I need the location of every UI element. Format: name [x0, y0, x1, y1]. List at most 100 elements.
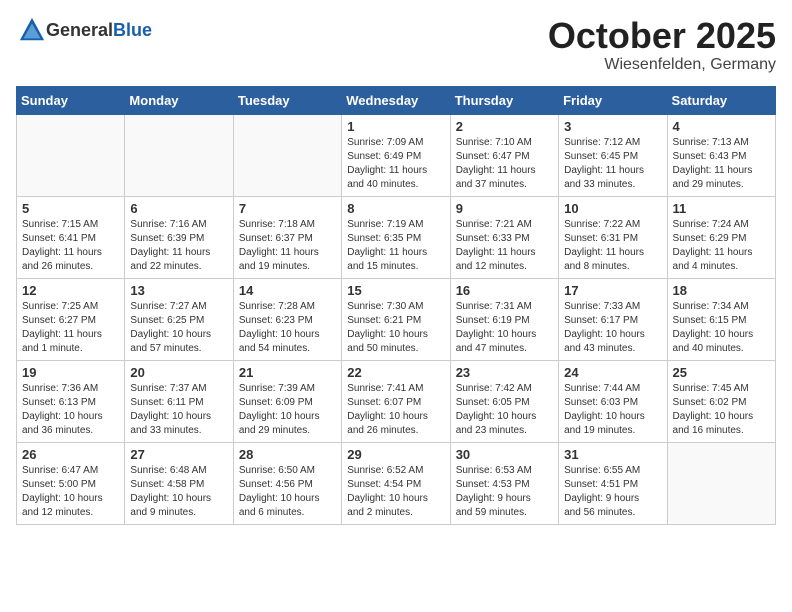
day-info: Sunrise: 7:18 AMSunset: 6:37 PMDaylight:…	[239, 218, 336, 274]
day-info: Sunrise: 7:09 AMSunset: 6:49 PMDaylight:…	[347, 136, 444, 192]
day-info: Sunrise: 7:15 AMSunset: 6:41 PMDaylight:…	[22, 218, 119, 274]
day-number: 17	[564, 283, 661, 298]
day-info: Sunrise: 7:44 AMSunset: 6:03 PMDaylight:…	[564, 382, 661, 438]
day-info: Sunrise: 6:52 AMSunset: 4:54 PMDaylight:…	[347, 464, 444, 520]
day-number: 21	[239, 365, 336, 380]
day-info: Sunrise: 6:50 AMSunset: 4:56 PMDaylight:…	[239, 464, 336, 520]
day-info: Sunrise: 7:25 AMSunset: 6:27 PMDaylight:…	[22, 300, 119, 356]
calendar-cell: 5Sunrise: 7:15 AMSunset: 6:41 PMDaylight…	[17, 196, 125, 278]
day-info: Sunrise: 7:45 AMSunset: 6:02 PMDaylight:…	[673, 382, 770, 438]
calendar-cell: 20Sunrise: 7:37 AMSunset: 6:11 PMDayligh…	[125, 360, 233, 442]
day-info: Sunrise: 7:33 AMSunset: 6:17 PMDaylight:…	[564, 300, 661, 356]
day-number: 28	[239, 447, 336, 462]
calendar-cell: 14 Sunrise: 7:28 AMSunset: 6:23 PMDayligh…	[233, 278, 341, 360]
weekday-header-thursday: Thursday	[450, 86, 558, 114]
day-number: 24	[564, 365, 661, 380]
calendar-cell: 23 Sunrise: 7:42 AMSunset: 6:05 PMDayligh…	[450, 360, 558, 442]
day-number: 3	[564, 119, 661, 134]
weekday-header-monday: Monday	[125, 86, 233, 114]
calendar-week-row: 26 Sunrise: 6:47 AMSunset: 5:00 PMDayligh…	[17, 442, 776, 524]
calendar-table: SundayMondayTuesdayWednesdayThursdayFrid…	[16, 86, 776, 525]
calendar-cell: 3 Sunrise: 7:12 AMSunset: 6:45 PMDaylight…	[559, 114, 667, 196]
day-number: 14	[239, 283, 336, 298]
day-number: 4	[673, 119, 770, 134]
calendar-header-row: SundayMondayTuesdayWednesdayThursdayFrid…	[17, 86, 776, 114]
day-number: 22	[347, 365, 444, 380]
calendar-cell: 10Sunrise: 7:22 AMSunset: 6:31 PMDayligh…	[559, 196, 667, 278]
day-number: 23	[456, 365, 553, 380]
day-number: 29	[347, 447, 444, 462]
calendar-cell: 13 Sunrise: 7:27 AMSunset: 6:25 PMDayligh…	[125, 278, 233, 360]
title-section: October 2025 Wiesenfelden, Germany	[548, 16, 776, 74]
day-info: Sunrise: 7:16 AMSunset: 6:39 PMDaylight:…	[130, 218, 227, 274]
calendar-cell: 11 Sunrise: 7:24 AMSunset: 6:29 PMDayligh…	[667, 196, 775, 278]
day-number: 26	[22, 447, 119, 462]
calendar-cell: 6 Sunrise: 7:16 AMSunset: 6:39 PMDaylight…	[125, 196, 233, 278]
day-info: Sunrise: 7:27 AMSunset: 6:25 PMDaylight:…	[130, 300, 227, 356]
location-title: Wiesenfelden, Germany	[548, 56, 776, 74]
day-info: Sunrise: 7:19 AMSunset: 6:35 PMDaylight:…	[347, 218, 444, 274]
day-number: 31	[564, 447, 661, 462]
calendar-cell: 29 Sunrise: 6:52 AMSunset: 4:54 PMDayligh…	[342, 442, 450, 524]
weekday-header-tuesday: Tuesday	[233, 86, 341, 114]
day-info: Sunrise: 6:47 AMSunset: 5:00 PMDaylight:…	[22, 464, 119, 520]
day-number: 19	[22, 365, 119, 380]
logo-blue: Blue	[113, 20, 152, 40]
day-info: Sunrise: 7:39 AMSunset: 6:09 PMDaylight:…	[239, 382, 336, 438]
day-info: Sunrise: 6:55 AMSunset: 4:51 PMDaylight:…	[564, 464, 661, 520]
calendar-cell: 25 Sunrise: 7:45 AMSunset: 6:02 PMDayligh…	[667, 360, 775, 442]
day-number: 9	[456, 201, 553, 216]
day-number: 16	[456, 283, 553, 298]
day-info: Sunrise: 7:36 AMSunset: 6:13 PMDaylight:…	[22, 382, 119, 438]
day-info: Sunrise: 7:10 AMSunset: 6:47 PMDaylight:…	[456, 136, 553, 192]
weekday-header-wednesday: Wednesday	[342, 86, 450, 114]
logo-icon	[18, 16, 46, 44]
day-number: 11	[673, 201, 770, 216]
day-number: 25	[673, 365, 770, 380]
day-info: Sunrise: 6:48 AMSunset: 4:58 PMDaylight:…	[130, 464, 227, 520]
day-info: Sunrise: 7:21 AMSunset: 6:33 PMDaylight:…	[456, 218, 553, 274]
day-info: Sunrise: 7:42 AMSunset: 6:05 PMDaylight:…	[456, 382, 553, 438]
calendar-cell: 21 Sunrise: 7:39 AMSunset: 6:09 PMDayligh…	[233, 360, 341, 442]
weekday-header-saturday: Saturday	[667, 86, 775, 114]
day-info: Sunrise: 7:28 AMSunset: 6:23 PMDaylight:…	[239, 300, 336, 356]
calendar-cell	[125, 114, 233, 196]
day-number: 8	[347, 201, 444, 216]
day-number: 6	[130, 201, 227, 216]
calendar-cell: 12Sunrise: 7:25 AMSunset: 6:27 PMDayligh…	[17, 278, 125, 360]
month-title: October 2025	[548, 16, 776, 56]
calendar-cell: 2 Sunrise: 7:10 AMSunset: 6:47 PMDaylight…	[450, 114, 558, 196]
calendar-week-row: 5Sunrise: 7:15 AMSunset: 6:41 PMDaylight…	[17, 196, 776, 278]
calendar-cell: 19 Sunrise: 7:36 AMSunset: 6:13 PMDayligh…	[17, 360, 125, 442]
page-header: GeneralBlue October 2025 Wiesenfelden, G…	[16, 16, 776, 74]
calendar-cell: 17 Sunrise: 7:33 AMSunset: 6:17 PMDayligh…	[559, 278, 667, 360]
calendar-cell: 15 Sunrise: 7:30 AMSunset: 6:21 PMDayligh…	[342, 278, 450, 360]
day-info: Sunrise: 7:30 AMSunset: 6:21 PMDaylight:…	[347, 300, 444, 356]
day-info: Sunrise: 7:13 AMSunset: 6:43 PMDaylight:…	[673, 136, 770, 192]
calendar-cell: 27Sunrise: 6:48 AMSunset: 4:58 PMDayligh…	[125, 442, 233, 524]
calendar-cell: 31 Sunrise: 6:55 AMSunset: 4:51 PMDayligh…	[559, 442, 667, 524]
calendar-cell: 24 Sunrise: 7:44 AMSunset: 6:03 PMDayligh…	[559, 360, 667, 442]
day-info: Sunrise: 7:24 AMSunset: 6:29 PMDaylight:…	[673, 218, 770, 274]
day-info: Sunrise: 6:53 AMSunset: 4:53 PMDaylight:…	[456, 464, 553, 520]
day-info: Sunrise: 7:34 AMSunset: 6:15 PMDaylight:…	[673, 300, 770, 356]
day-number: 7	[239, 201, 336, 216]
calendar-cell	[667, 442, 775, 524]
day-number: 30	[456, 447, 553, 462]
day-info: Sunrise: 7:12 AMSunset: 6:45 PMDaylight:…	[564, 136, 661, 192]
weekday-header-sunday: Sunday	[17, 86, 125, 114]
day-number: 13	[130, 283, 227, 298]
calendar-week-row: 12Sunrise: 7:25 AMSunset: 6:27 PMDayligh…	[17, 278, 776, 360]
calendar-cell: 22 Sunrise: 7:41 AMSunset: 6:07 PMDayligh…	[342, 360, 450, 442]
weekday-header-friday: Friday	[559, 86, 667, 114]
day-number: 2	[456, 119, 553, 134]
calendar-cell: 4 Sunrise: 7:13 AMSunset: 6:43 PMDaylight…	[667, 114, 775, 196]
calendar-cell: 9 Sunrise: 7:21 AMSunset: 6:33 PMDaylight…	[450, 196, 558, 278]
calendar-cell	[233, 114, 341, 196]
day-number: 20	[130, 365, 227, 380]
day-info: Sunrise: 7:31 AMSunset: 6:19 PMDaylight:…	[456, 300, 553, 356]
calendar-week-row: 1Sunrise: 7:09 AMSunset: 6:49 PMDaylight…	[17, 114, 776, 196]
day-info: Sunrise: 7:41 AMSunset: 6:07 PMDaylight:…	[347, 382, 444, 438]
day-number: 15	[347, 283, 444, 298]
calendar-cell: 26 Sunrise: 6:47 AMSunset: 5:00 PMDayligh…	[17, 442, 125, 524]
